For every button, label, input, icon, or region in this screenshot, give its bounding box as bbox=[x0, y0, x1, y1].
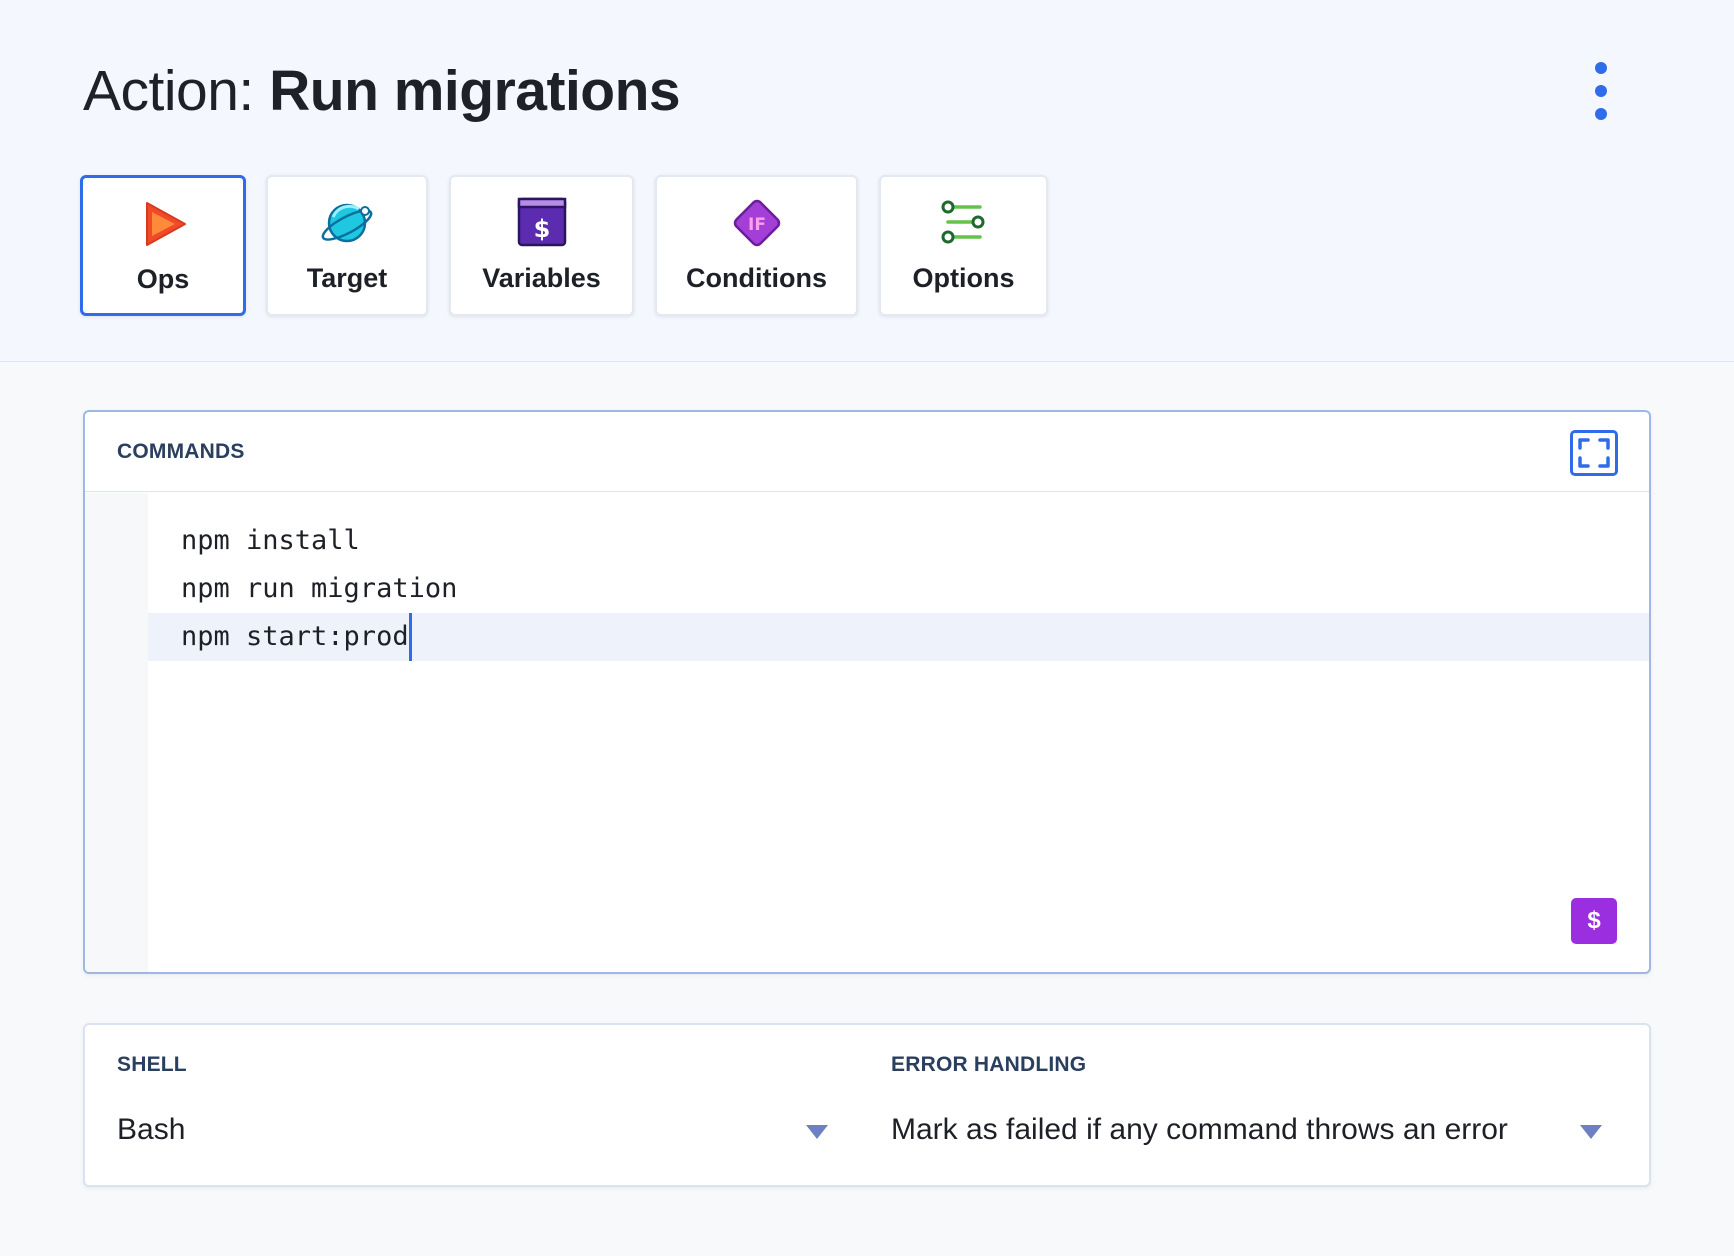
play-icon bbox=[146, 202, 186, 246]
tab-label: Ops bbox=[136, 264, 190, 294]
chevron-down-icon bbox=[1580, 1125, 1602, 1139]
fullscreen-icon[interactable] bbox=[1570, 430, 1618, 476]
insert-variable-button[interactable]: $ bbox=[1571, 898, 1617, 944]
if-diamond-icon: IF bbox=[733, 199, 780, 247]
error-handling-label: ERROR HANDLING bbox=[891, 1053, 1087, 1076]
svg-text:IF: IF bbox=[748, 215, 766, 235]
variables-icon: $ bbox=[517, 197, 566, 247]
more-vertical-icon[interactable] bbox=[1586, 62, 1616, 120]
tab-label: Variables bbox=[482, 263, 601, 293]
page-title: Action: Run migrations bbox=[83, 58, 681, 124]
editor-gutter bbox=[85, 493, 148, 972]
tab-label: Conditions bbox=[686, 263, 827, 293]
commands-label: COMMANDS bbox=[117, 440, 245, 463]
tab-label: Target bbox=[306, 263, 388, 293]
text-caret bbox=[408, 613, 412, 661]
tab-label: Options bbox=[912, 263, 1015, 293]
chevron-down-icon bbox=[806, 1125, 828, 1139]
tab-ops[interactable]: Ops bbox=[80, 175, 246, 316]
settings-panel: SHELL Bash ERROR HANDLING Mark as failed… bbox=[83, 1023, 1651, 1187]
svg-text:$: $ bbox=[533, 215, 550, 243]
code-line-text: npm start:prod bbox=[181, 621, 409, 652]
error-handling-value: Mark as failed if any command throws an … bbox=[891, 1113, 1508, 1146]
title-prefix: Action: bbox=[83, 59, 254, 123]
planet-icon bbox=[321, 203, 373, 243]
shell-value: Bash bbox=[117, 1113, 186, 1146]
action-name: Run migrations bbox=[269, 59, 681, 123]
commands-header: COMMANDS bbox=[85, 412, 1649, 492]
action-header: Action: Run migrations Ops Target $ Vari… bbox=[0, 0, 1734, 362]
error-handling-select[interactable]: ERROR HANDLING Mark as failed if any com… bbox=[891, 1025, 1611, 1185]
tab-variables[interactable]: $ Variables bbox=[449, 175, 634, 316]
code-line[interactable]: npm run migration bbox=[148, 565, 1649, 613]
sliders-icon bbox=[941, 200, 984, 244]
shell-select[interactable]: SHELL Bash bbox=[117, 1025, 837, 1185]
commands-editor[interactable]: npm install npm run migration npm start:… bbox=[148, 493, 1649, 972]
code-line-current[interactable]: npm start:prod bbox=[148, 613, 1649, 661]
code-line[interactable]: npm install bbox=[148, 517, 1649, 565]
tab-target[interactable]: Target bbox=[266, 175, 428, 316]
tab-conditions[interactable]: IF Conditions bbox=[655, 175, 858, 316]
shell-label: SHELL bbox=[117, 1053, 187, 1076]
tab-options[interactable]: Options bbox=[879, 175, 1048, 316]
commands-panel: COMMANDS npm install npm run migration n… bbox=[83, 410, 1651, 974]
